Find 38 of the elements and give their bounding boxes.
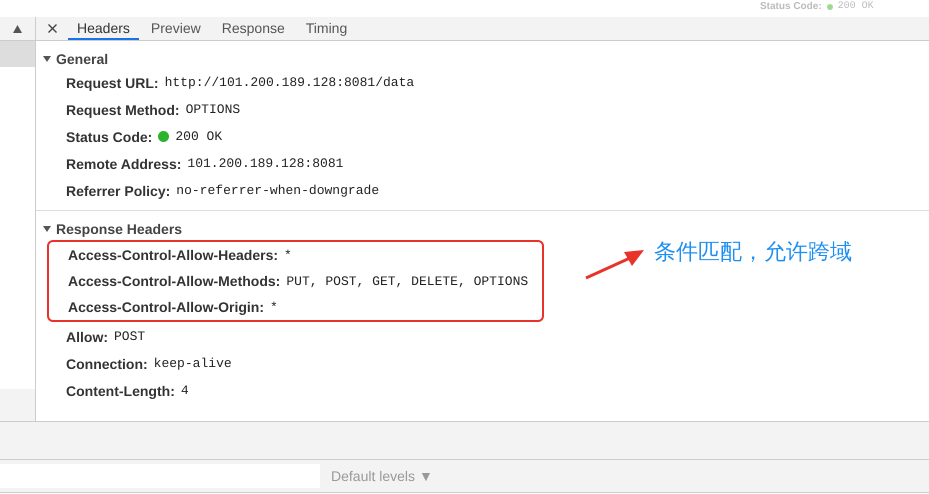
section-title[interactable]: General bbox=[56, 51, 108, 67]
tab[interactable]: Headers bbox=[68, 17, 139, 40]
annotation-text: 条件匹配，允许跨域 bbox=[654, 238, 852, 266]
status-dot-icon bbox=[158, 131, 170, 142]
background-text: Status Code: bbox=[760, 1, 822, 12]
close-icon[interactable] bbox=[48, 24, 56, 33]
header-value: 4 bbox=[180, 383, 189, 398]
header-value: keep-alive bbox=[154, 356, 232, 371]
expand-triangle-icon[interactable] bbox=[43, 55, 51, 63]
header-name: Remote Address: bbox=[66, 156, 182, 172]
header-name: Access-Control-Allow-Origin: bbox=[68, 299, 264, 315]
tab[interactable]: Response bbox=[212, 17, 294, 40]
section-title[interactable]: Response Headers bbox=[56, 221, 182, 237]
tab[interactable]: Timing bbox=[296, 17, 356, 40]
header-value: * bbox=[270, 300, 278, 314]
header-name: Access-Control-Allow-Headers: bbox=[68, 247, 278, 263]
header-name: Referrer Policy: bbox=[66, 182, 170, 198]
background-text: 200 OK bbox=[838, 1, 874, 12]
header-value: OPTIONS bbox=[186, 102, 240, 117]
header-value: * bbox=[284, 248, 292, 262]
scroll-up-icon[interactable] bbox=[13, 24, 22, 32]
status-dot-icon bbox=[826, 4, 833, 10]
header-value: 101.200.189.128:8081 bbox=[187, 156, 344, 171]
expand-triangle-icon[interactable] bbox=[43, 225, 51, 233]
header-name: Allow: bbox=[66, 328, 108, 344]
header-name: Connection: bbox=[66, 356, 148, 372]
header-value: http://101.200.189.128:8081/data bbox=[164, 75, 414, 90]
header-value: POST bbox=[114, 329, 146, 344]
header-name: Content-Length: bbox=[66, 382, 175, 398]
header-name: Access-Control-Allow-Methods: bbox=[68, 273, 280, 289]
header-value: 200 OK bbox=[175, 129, 222, 144]
caret-icon: ▼ bbox=[418, 468, 433, 484]
header-value: PUT, POST, GET, DELETE, OPTIONS bbox=[286, 274, 528, 288]
header-name: Request Method: bbox=[66, 102, 180, 118]
header-name: Request URL: bbox=[66, 74, 159, 90]
header-name: Status Code: bbox=[66, 128, 152, 144]
tab[interactable]: Preview bbox=[142, 17, 210, 40]
header-value: no-referrer-when-downgrade bbox=[176, 183, 380, 198]
